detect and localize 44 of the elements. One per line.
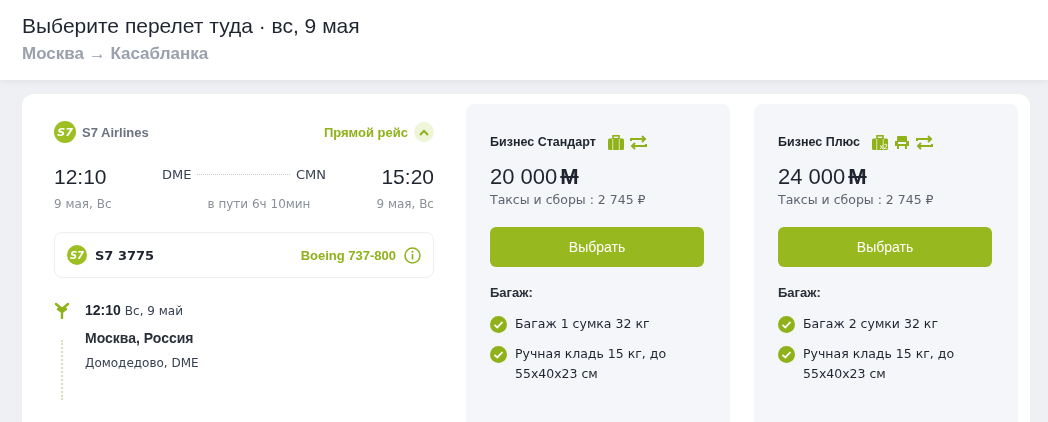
baggage-item: Ручная кладь 15 кг, до 55x40x23 см bbox=[515, 345, 668, 383]
baggage-heading: Багаж: bbox=[778, 285, 822, 300]
exchange-icon bbox=[629, 134, 647, 150]
fare-price: 24 000 bbox=[778, 164, 846, 190]
suitcase-icon bbox=[872, 134, 889, 150]
page-title: Выберите перелет туда · вс, 9 мая bbox=[22, 13, 361, 39]
arrival-date: 9 мая, Вс bbox=[376, 197, 434, 211]
baggage-item: Багаж 2 сумки 32 кг bbox=[803, 315, 939, 333]
route-subtitle: Москва → Касабланка bbox=[22, 44, 210, 64]
airport-code: DME bbox=[162, 166, 192, 182]
fare-price: 20 000 bbox=[490, 164, 558, 190]
arrival-time: 15:20 bbox=[381, 165, 434, 189]
info-icon[interactable] bbox=[404, 246, 421, 264]
stop-date: Вс, 9 май bbox=[124, 304, 183, 318]
departure-time: 12:10 bbox=[54, 165, 107, 189]
baggage-item: Ручная кладь 15 кг, до 55x40x23 см bbox=[803, 345, 956, 383]
departure-date: 9 мая, Вс bbox=[54, 197, 112, 211]
chevron-icon bbox=[419, 128, 429, 136]
baggage-item: Багаж 1 сумка 32 кг bbox=[515, 315, 651, 333]
armchair-icon bbox=[894, 134, 911, 150]
direct-flight-label: Прямой рейс bbox=[323, 124, 408, 140]
currency-symbol: M bbox=[560, 164, 579, 190]
currency-symbol: M bbox=[848, 164, 867, 190]
baggage-heading: Багаж: bbox=[490, 285, 534, 300]
airline-logo: S7 bbox=[54, 121, 76, 143]
exchange-icon bbox=[916, 134, 934, 150]
suitcase-icon bbox=[607, 134, 624, 150]
chevron-button[interactable] bbox=[414, 122, 434, 142]
departure-icon bbox=[54, 302, 70, 319]
taxes-text: Таксы и сборы : 2 745 ₽ bbox=[778, 192, 935, 207]
airport-name: Домодедово, DME bbox=[85, 356, 199, 370]
flight-duration: в пути 6ч 10мин bbox=[207, 197, 311, 211]
airport-code: CMN bbox=[295, 166, 326, 182]
select-button[interactable]: Выбрать bbox=[778, 227, 992, 267]
select-button[interactable]: Выбрать bbox=[490, 227, 704, 267]
city-name: Москва, Россия bbox=[85, 330, 195, 346]
aircraft-name: Boeing 737-800 bbox=[300, 247, 396, 263]
flight-number: S7 3775 bbox=[95, 247, 155, 263]
fare-name: Бизнес Плюс bbox=[778, 135, 861, 149]
airline-name: S7 Airlines bbox=[82, 124, 149, 140]
stop-time: 12:10 bbox=[85, 302, 121, 318]
fare-name: Бизнес Стандарт bbox=[490, 135, 596, 149]
taxes-text: Таксы и сборы : 2 745 ₽ bbox=[490, 192, 647, 207]
airline-logo: S7 bbox=[67, 245, 87, 265]
